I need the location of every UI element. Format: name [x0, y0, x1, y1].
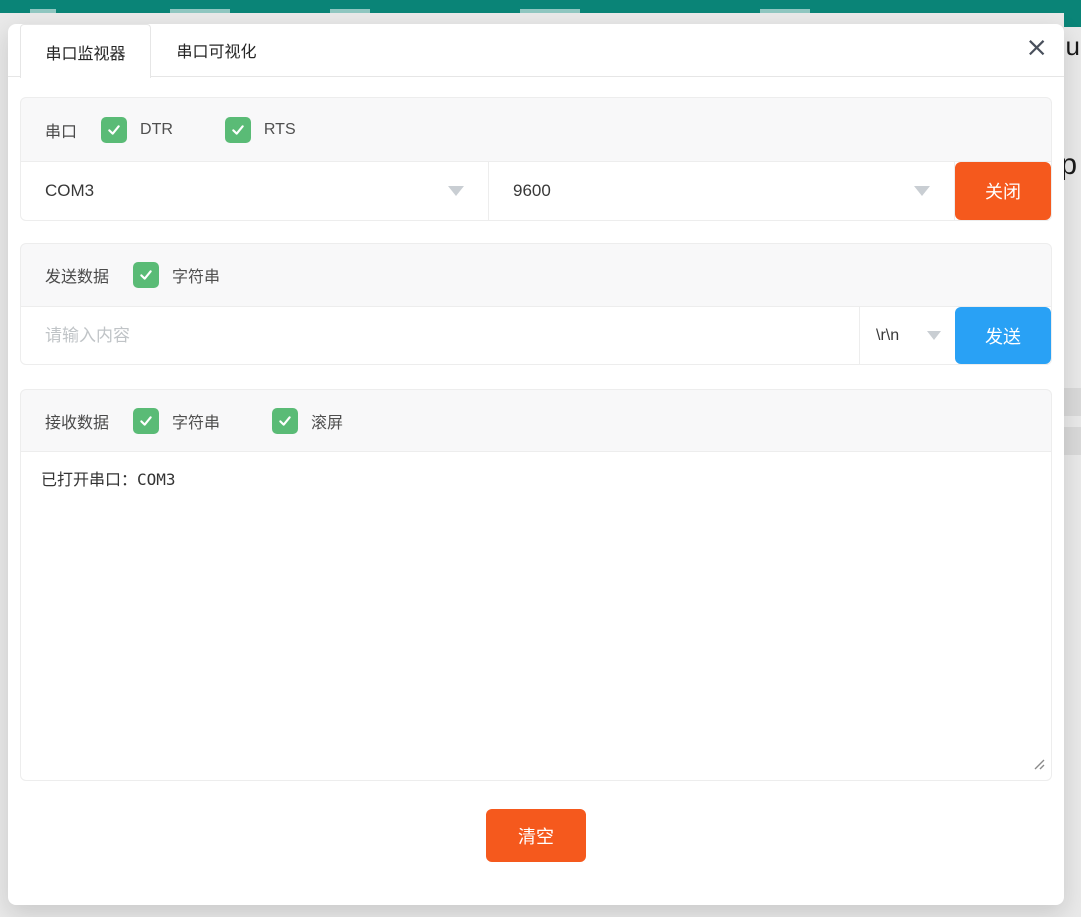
clear-button[interactable]: 清空	[486, 809, 586, 862]
dialog-footer: 清空	[20, 809, 1052, 862]
check-icon	[230, 122, 246, 138]
send-data-title: 发送数据	[45, 263, 109, 287]
check-icon	[138, 267, 154, 283]
receive-string-checkbox[interactable]	[133, 408, 159, 434]
background-patch	[1064, 388, 1081, 416]
send-string-checkbox-label: 字符串	[172, 263, 220, 287]
dialog-body: 串口 DTR RTS COM3	[8, 97, 1064, 862]
output-line: 已打开串口：COM3	[41, 466, 1031, 490]
autoscroll-checkbox-label: 滚屏	[311, 409, 343, 433]
check-icon	[277, 413, 293, 429]
send-string-checkbox-group: 字符串	[133, 262, 220, 288]
toolbar-fragment	[520, 9, 580, 13]
tab-serial-visualization-label: 串口可视化	[176, 38, 256, 62]
dtr-checkbox[interactable]	[101, 117, 127, 143]
app-header-bar-edge	[1064, 13, 1081, 27]
receive-data-title: 接收数据	[45, 409, 109, 433]
serial-port-controls-row: COM3 9600 关闭	[20, 162, 1052, 221]
receive-string-checkbox-label: 字符串	[172, 409, 220, 433]
send-data-section-header: 发送数据 字符串	[20, 243, 1052, 307]
rts-checkbox[interactable]	[225, 117, 251, 143]
background-text-fragment: u	[1066, 31, 1080, 62]
send-data-controls-row: \r\n 发送	[20, 307, 1052, 365]
serial-port-title: 串口	[45, 118, 77, 142]
autoscroll-checkbox[interactable]	[272, 408, 298, 434]
dtr-checkbox-label: DTR	[140, 121, 173, 139]
output-line-value: COM3	[137, 470, 176, 489]
close-port-button[interactable]: 关闭	[955, 162, 1051, 220]
receive-data-section: 接收数据 字符串 滚屏 已打开串口：COM3	[20, 389, 1052, 781]
line-ending-select-value: \r\n	[876, 327, 899, 345]
send-string-checkbox[interactable]	[133, 262, 159, 288]
baud-rate-select[interactable]: 9600	[489, 162, 955, 220]
chevron-down-icon	[448, 186, 464, 196]
output-line-prefix: 已打开串口：	[41, 472, 137, 489]
dtr-checkbox-group: DTR	[101, 117, 173, 143]
tab-serial-monitor-label: 串口监视器	[45, 40, 125, 64]
autoscroll-checkbox-group: 滚屏	[272, 408, 343, 434]
background-patch	[1064, 427, 1081, 455]
app-header-bar	[0, 0, 1081, 13]
toolbar-fragment	[30, 9, 56, 13]
port-select[interactable]: COM3	[21, 162, 489, 220]
send-data-section: 发送数据 字符串 \r\n 发送	[20, 243, 1052, 365]
toolbar-fragment	[760, 9, 810, 13]
rts-checkbox-label: RTS	[264, 121, 296, 139]
chevron-down-icon	[914, 186, 930, 196]
baud-rate-select-value: 9600	[513, 181, 551, 201]
toolbar-fragment	[170, 9, 230, 13]
rts-checkbox-group: RTS	[225, 117, 296, 143]
serial-port-section-header: 串口 DTR RTS	[20, 97, 1052, 162]
check-icon	[106, 122, 122, 138]
receive-string-checkbox-group: 字符串	[133, 408, 220, 434]
toolbar-fragment	[330, 9, 370, 13]
receive-output-area[interactable]: 已打开串口：COM3	[20, 452, 1052, 781]
dialog-tabbar: 串口监视器 串口可视化 ×	[8, 24, 1064, 77]
serial-port-section: 串口 DTR RTS COM3	[20, 97, 1052, 221]
tab-serial-visualization[interactable]: 串口可视化	[151, 24, 282, 76]
check-icon	[138, 413, 154, 429]
send-input[interactable]	[21, 307, 859, 364]
send-button[interactable]: 发送	[955, 307, 1051, 364]
tab-serial-monitor[interactable]: 串口监视器	[20, 24, 151, 78]
line-ending-select[interactable]: \r\n	[860, 307, 955, 364]
resize-handle-icon[interactable]	[1032, 757, 1045, 775]
send-input-wrapper	[21, 307, 860, 364]
receive-data-section-header: 接收数据 字符串 滚屏	[20, 389, 1052, 452]
serial-monitor-dialog: 串口监视器 串口可视化 × 串口 DTR RTS	[8, 24, 1064, 905]
chevron-down-icon	[927, 331, 941, 340]
port-select-value: COM3	[45, 181, 94, 201]
close-icon[interactable]: ×	[1025, 34, 1048, 61]
